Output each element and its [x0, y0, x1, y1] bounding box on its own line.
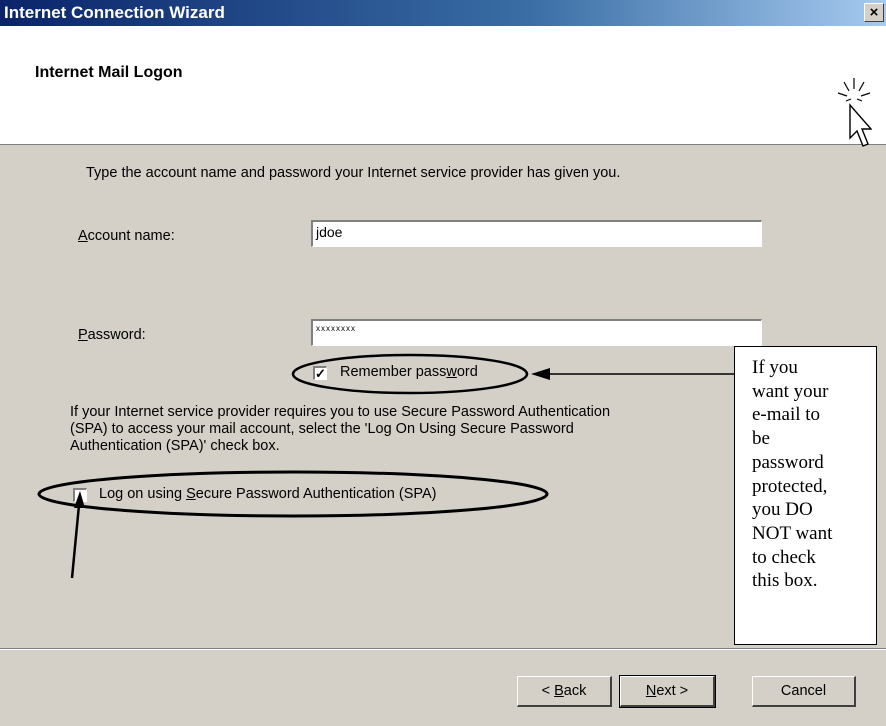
annotation-callout: If you want your e-mail to be password p… [734, 346, 877, 645]
spa-highlight-ellipse [37, 470, 549, 518]
arrow-to-remember-head [531, 368, 550, 380]
arrow-to-spa-line [70, 504, 81, 579]
wizard-window: Internet Connection Wizard × Internet Ma… [0, 0, 886, 726]
arrow-to-spa-head [74, 491, 85, 508]
remember-highlight-ellipse [291, 353, 529, 395]
